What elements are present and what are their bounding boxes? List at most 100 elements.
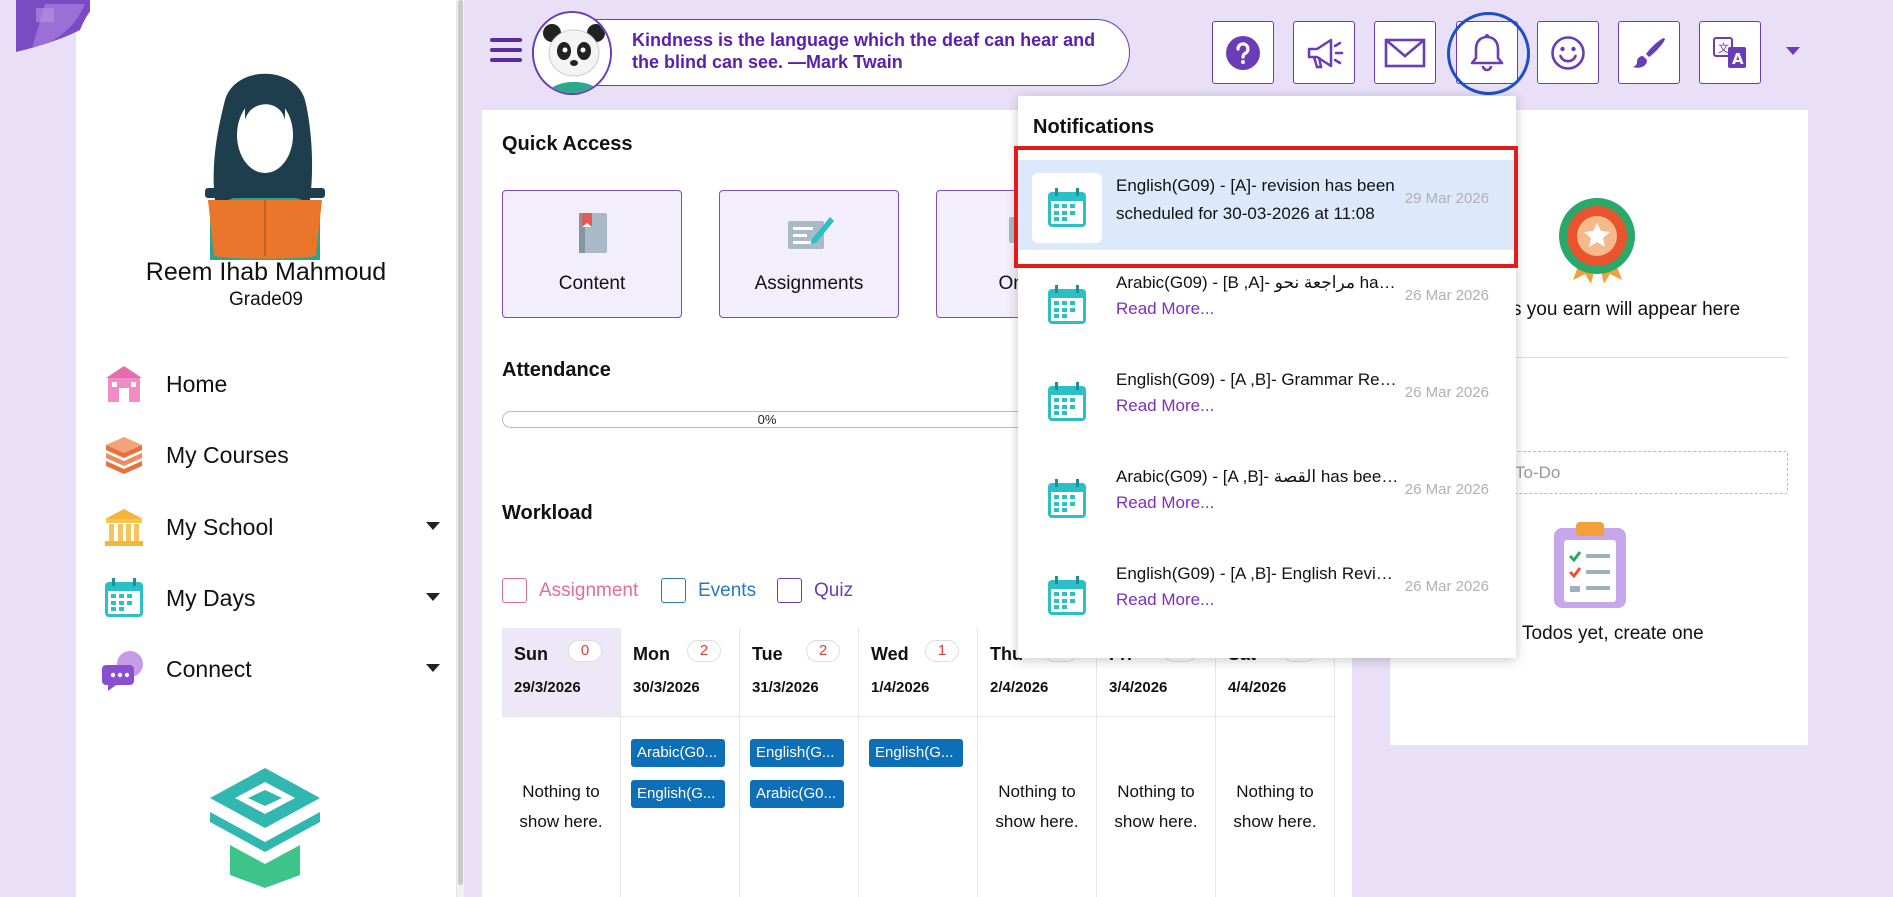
sidebar-item-home[interactable]: Home — [100, 356, 440, 412]
quick-access-title: Quick Access — [502, 133, 633, 155]
notification-item[interactable]: Arabic(G09) - [B ,A]- مراجعة نحو has bee… — [1018, 257, 1516, 347]
read-more-link[interactable]: Read More... — [1116, 493, 1214, 513]
quote-text: Kindness is the language which the deaf … — [632, 30, 1096, 72]
attendance-progress: 0% — [502, 411, 1032, 428]
checkbox[interactable] — [777, 578, 802, 603]
calendar-event-chip[interactable]: English(G... — [631, 780, 725, 808]
sidebar-item-my-courses[interactable]: My Courses — [100, 427, 440, 483]
calendar-day-count: 2 — [687, 640, 721, 662]
notification-item[interactable]: Arabic(G09) - [A ,B]- القصة has been sch… — [1018, 451, 1516, 541]
mood-button[interactable] — [1537, 21, 1599, 84]
calendar-event-chip[interactable]: English(G... — [750, 739, 844, 767]
sidebar-item-label: Home — [166, 370, 228, 397]
calendar-event-chip[interactable]: Arabic(G0... — [631, 739, 725, 767]
notifications-button[interactable] — [1456, 21, 1518, 84]
scrollbar-thumb[interactable] — [458, 0, 463, 885]
student-avatar — [205, 73, 325, 260]
calendar-event-chip[interactable]: Arabic(G0... — [750, 780, 844, 808]
read-more-link[interactable]: Read More... — [1116, 299, 1214, 319]
quick-access-content[interactable]: Content — [502, 190, 682, 318]
tile-label: Content — [558, 273, 626, 294]
notification-date: 26 Mar 2026 — [1404, 384, 1489, 401]
sidebar-item-label: My Days — [166, 584, 256, 611]
announcements-button[interactable] — [1293, 21, 1355, 84]
calendar-day-count: 0 — [568, 640, 602, 662]
attendance-title: Attendance — [502, 359, 611, 381]
theme-button[interactable] — [1618, 21, 1680, 84]
svg-text:A: A — [1732, 50, 1744, 68]
legend-label: Events — [698, 579, 757, 601]
sidebar-item-label: My Courses — [166, 441, 289, 468]
notification-text: Arabic(G09) - [B ,A]- مراجعة نحو has bee… — [1116, 273, 1401, 292]
legend-assignment[interactable]: Assignment — [502, 578, 638, 603]
chat-icon — [100, 645, 148, 693]
chevron-down-icon[interactable] — [426, 664, 440, 672]
notification-item[interactable]: English(G09) - [A ,B]- English Revision … — [1018, 548, 1516, 638]
notification-text: English(G09) - [A]- revision has been sc… — [1116, 176, 1395, 223]
calendar-day-column[interactable]: Sun 0 29/3/2026 Nothing to show here. — [502, 628, 621, 897]
assignment-icon — [788, 217, 834, 249]
smiley-icon — [1551, 35, 1585, 70]
calendar-day-date: 31/3/2026 — [752, 679, 819, 696]
menu-toggle-icon[interactable] — [490, 38, 522, 66]
checkbox[interactable] — [502, 578, 527, 603]
calendar-day-body: Nothing to show here. — [1097, 716, 1215, 897]
todo-clipboard-icon — [1554, 522, 1626, 608]
calendar-day-name: Wed — [871, 644, 909, 664]
translate-icon: 文A — [1713, 36, 1746, 68]
sidebar-item-label: My School — [166, 513, 274, 540]
chevron-down-icon[interactable] — [1786, 47, 1800, 55]
read-more-link[interactable]: Read More... — [1116, 590, 1214, 610]
home-icon — [100, 360, 148, 408]
calendar-day-body: Nothing to show here. — [978, 716, 1096, 897]
calendar-day-column[interactable]: Fri3/4/2026Nothing to show here. — [1097, 628, 1216, 897]
megaphone-icon — [1307, 38, 1344, 68]
help-button[interactable] — [1212, 21, 1274, 84]
read-more-link[interactable]: Read More... — [1116, 396, 1214, 416]
messages-button[interactable] — [1374, 21, 1436, 84]
quick-access-assignments[interactable]: Assignments — [719, 190, 899, 318]
panda-avatar — [532, 11, 612, 95]
notification-item[interactable]: English(G09) - [A ,B]- Grammar Revision … — [1018, 354, 1516, 444]
calendar-day-date: 30/3/2026 — [633, 679, 700, 696]
checkbox[interactable] — [661, 578, 686, 603]
notifications-title: Notifications — [1033, 116, 1155, 138]
calendar-event-chip[interactable]: English(G... — [869, 739, 963, 767]
calendar-day-column[interactable]: Thu 2/4/2026 Nothing to show here. — [978, 628, 1097, 897]
sidebar-scrollbar[interactable] — [456, 0, 464, 897]
sidebar-item-connect[interactable]: Connect — [100, 641, 440, 697]
language-button[interactable]: 文A — [1699, 21, 1761, 84]
notification-date: 26 Mar 2026 — [1404, 481, 1489, 498]
legend-events[interactable]: Events — [661, 578, 756, 603]
calendar-icon — [1032, 367, 1102, 437]
legend-quiz[interactable]: Quiz — [777, 578, 853, 603]
empty-day-text: Nothing to show here. — [1233, 782, 1317, 831]
notification-text: English(G09) - [A ,B]- Grammar Revision … — [1116, 370, 1401, 389]
calendar-day-body: English(G... Arabic(G0... — [740, 716, 858, 897]
calendar-day-column[interactable]: Mon 2 30/3/2026 Arabic(G0... English(G... — [621, 628, 740, 897]
calendar-day-date: 4/4/2026 — [1228, 679, 1287, 696]
attendance-percent: 0% — [757, 412, 777, 427]
workload-title: Workload — [502, 502, 593, 524]
calendar-day-name: Sun — [514, 644, 548, 664]
calendar-day-date: 3/4/2026 — [1109, 679, 1168, 696]
empty-day-text: Nothing to show here. — [1114, 782, 1198, 831]
badges-empty-text: s you earn will appear here — [1512, 299, 1741, 320]
empty-day-text: Nothing to show here. — [519, 782, 603, 831]
sidebar-item-my-school[interactable]: My School — [100, 499, 440, 555]
calendar-icon — [100, 574, 148, 622]
bell-icon — [1470, 33, 1504, 71]
mail-icon — [1384, 38, 1426, 67]
notification-item[interactable]: English(G09) - [A]- revision has been sc… — [1018, 160, 1516, 250]
calendar-day-column[interactable]: Sat4/4/2026Nothing to show here. — [1216, 628, 1335, 897]
chevron-down-icon[interactable] — [426, 593, 440, 601]
calendar-day-column[interactable]: Tue 2 31/3/2026 English(G... Arabic(G0... — [740, 628, 859, 897]
calendar-day-column[interactable]: Wed 1 1/4/2026 English(G... — [859, 628, 978, 897]
calendar-day-date: 1/4/2026 — [871, 679, 930, 696]
chevron-down-icon[interactable] — [426, 522, 440, 530]
sidebar-item-my-days[interactable]: My Days — [100, 570, 440, 626]
sidebar-item-label: Connect — [166, 655, 252, 682]
calendar-day-name: Tue — [752, 644, 783, 664]
calendar-icon — [1032, 561, 1102, 631]
calendar-day-date: 29/3/2026 — [514, 679, 581, 696]
